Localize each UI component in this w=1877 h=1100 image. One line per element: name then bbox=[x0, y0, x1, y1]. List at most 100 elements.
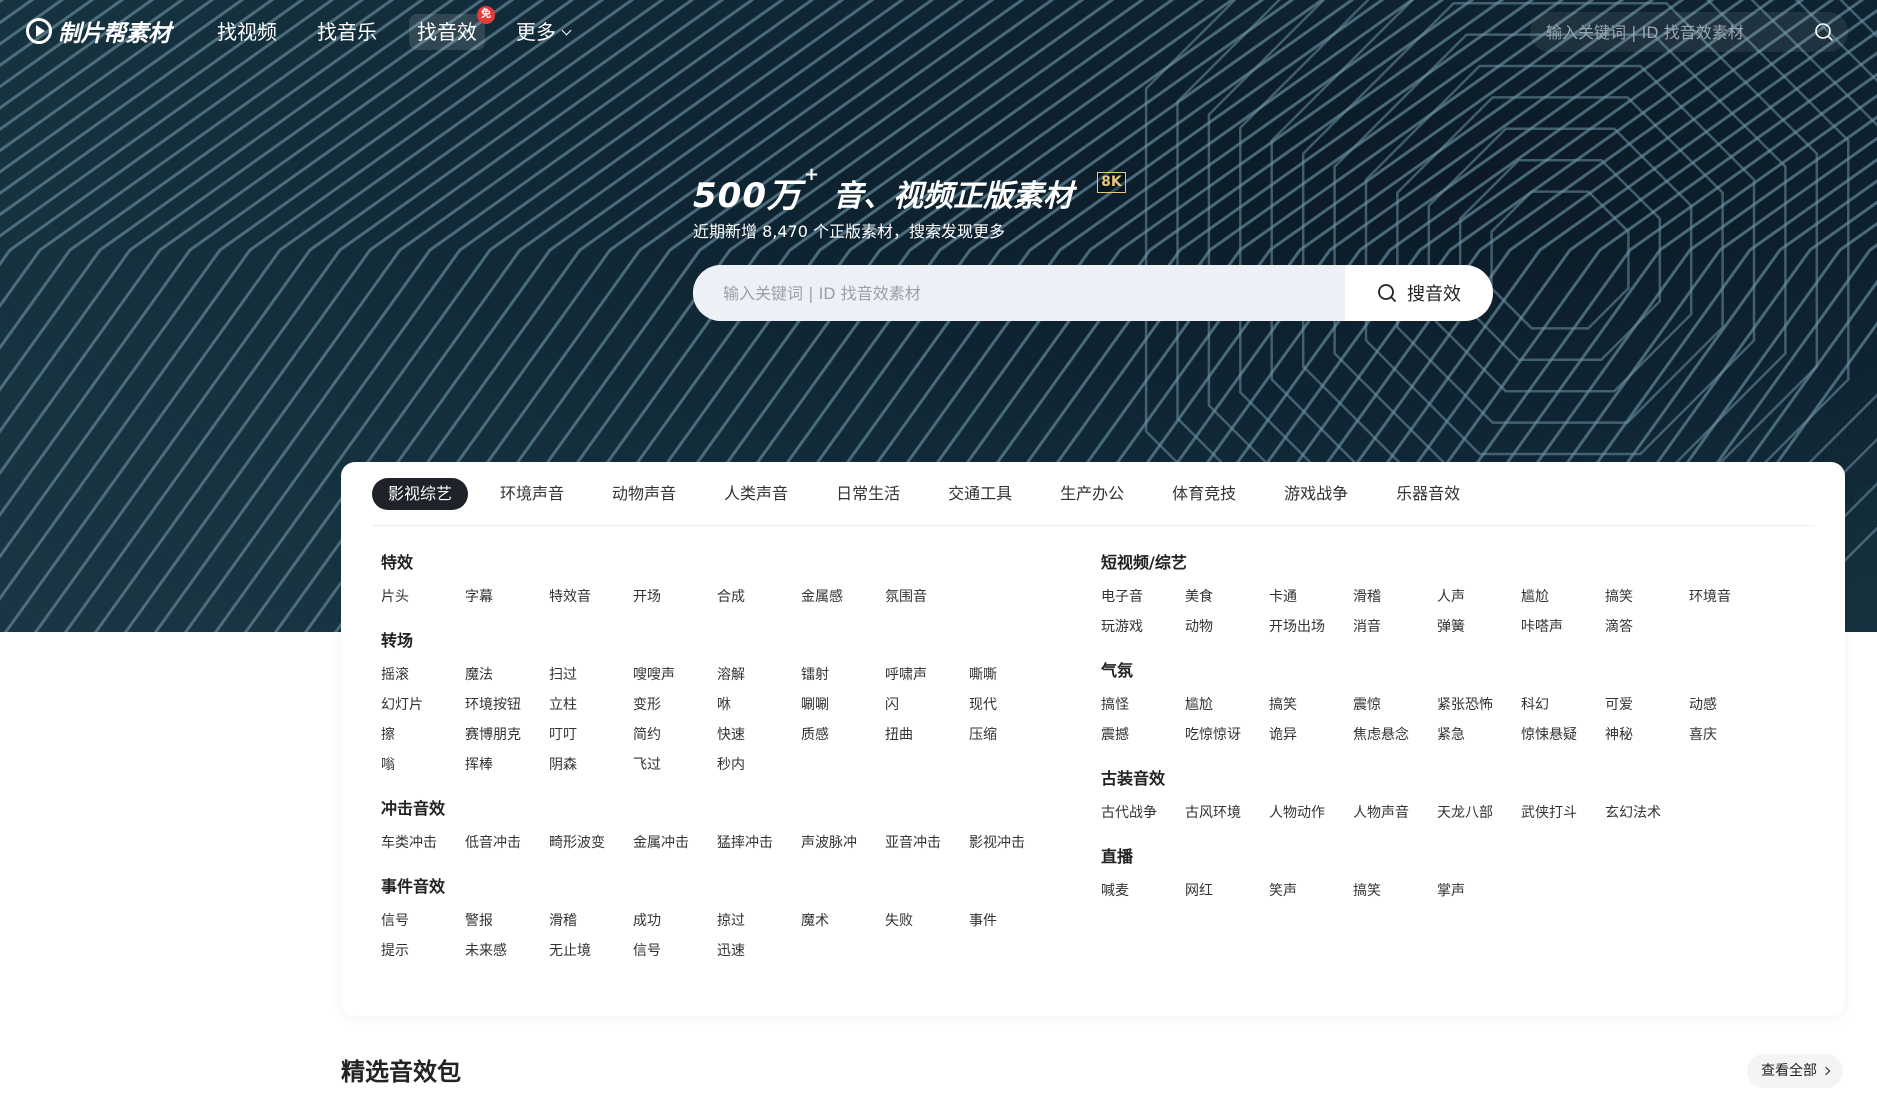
tag-link[interactable]: 滑稽 bbox=[1353, 586, 1437, 608]
tag-link[interactable]: 焦虑悬念 bbox=[1353, 724, 1437, 746]
tag-link[interactable]: 电子音 bbox=[1101, 586, 1185, 608]
tag-link[interactable]: 掠过 bbox=[717, 910, 801, 932]
tag-link[interactable]: 滑稽 bbox=[549, 910, 633, 932]
tag-link[interactable]: 畸形波变 bbox=[549, 832, 633, 854]
tag-link[interactable]: 卡通 bbox=[1269, 586, 1353, 608]
tag-link[interactable]: 滴答 bbox=[1605, 616, 1689, 638]
tag-link[interactable]: 金属感 bbox=[801, 586, 885, 608]
tag-link[interactable]: 信号 bbox=[633, 940, 717, 962]
tag-link[interactable]: 迅速 bbox=[717, 940, 801, 962]
tag-link[interactable]: 闪 bbox=[885, 694, 969, 716]
tag-link[interactable]: 开场出场 bbox=[1269, 616, 1353, 638]
tag-link[interactable]: 现代 bbox=[969, 694, 1053, 716]
tag-link[interactable]: 尴尬 bbox=[1185, 694, 1269, 716]
tag-link[interactable]: 喊麦 bbox=[1101, 880, 1185, 902]
tag-link[interactable]: 诡异 bbox=[1269, 724, 1353, 746]
tag-link[interactable]: 擦 bbox=[381, 724, 465, 746]
tag-link[interactable]: 咔嗒声 bbox=[1521, 616, 1605, 638]
tag-link[interactable]: 动感 bbox=[1689, 694, 1773, 716]
category-tab[interactable]: 影视综艺 bbox=[372, 478, 469, 510]
tag-link[interactable]: 环境按钮 bbox=[465, 694, 549, 716]
hero-search-input[interactable] bbox=[723, 265, 1323, 321]
tag-link[interactable]: 人物动作 bbox=[1269, 802, 1353, 824]
tag-link[interactable]: 提示 bbox=[381, 940, 465, 962]
tag-link[interactable]: 魔术 bbox=[801, 910, 885, 932]
category-tab[interactable]: 日常生活 bbox=[820, 478, 916, 510]
tag-link[interactable]: 摇滚 bbox=[381, 664, 465, 686]
tag-link[interactable]: 科幻 bbox=[1521, 694, 1605, 716]
tag-link[interactable]: 震惊 bbox=[1353, 694, 1437, 716]
tag-link[interactable]: 溶解 bbox=[717, 664, 801, 686]
tag-link[interactable]: 人声 bbox=[1437, 586, 1521, 608]
tag-link[interactable]: 信号 bbox=[381, 910, 465, 932]
top-search-input[interactable] bbox=[1546, 12, 1796, 52]
tag-link[interactable]: 镭射 bbox=[801, 664, 885, 686]
tag-link[interactable]: 搞怪 bbox=[1101, 694, 1185, 716]
tag-link[interactable]: 金属冲击 bbox=[633, 832, 717, 854]
tag-link[interactable]: 唰唰 bbox=[801, 694, 885, 716]
tag-link[interactable]: 立柱 bbox=[549, 694, 633, 716]
tag-link[interactable]: 消音 bbox=[1353, 616, 1437, 638]
tag-link[interactable]: 玩游戏 bbox=[1101, 616, 1185, 638]
tag-link[interactable]: 武侠打斗 bbox=[1521, 802, 1605, 824]
tag-link[interactable]: 环境音 bbox=[1689, 586, 1773, 608]
tag-link[interactable]: 搞笑 bbox=[1353, 880, 1437, 902]
category-tab[interactable]: 动物声音 bbox=[596, 478, 692, 510]
tag-link[interactable]: 质感 bbox=[801, 724, 885, 746]
tag-link[interactable]: 车类冲击 bbox=[381, 832, 465, 854]
tag-link[interactable]: 无止境 bbox=[549, 940, 633, 962]
category-tab[interactable]: 交通工具 bbox=[932, 478, 1028, 510]
tag-link[interactable]: 片头 bbox=[381, 586, 465, 608]
tag-link[interactable]: 扫过 bbox=[549, 664, 633, 686]
tag-link[interactable]: 猛摔冲击 bbox=[717, 832, 801, 854]
tag-link[interactable]: 事件 bbox=[969, 910, 1053, 932]
tag-link[interactable]: 咻 bbox=[717, 694, 801, 716]
tag-link[interactable]: 赛博朋克 bbox=[465, 724, 549, 746]
brand-logo[interactable]: 制片帮素材 bbox=[26, 14, 171, 48]
tag-link[interactable]: 影视冲击 bbox=[969, 832, 1053, 854]
tag-link[interactable]: 合成 bbox=[717, 586, 801, 608]
tag-link[interactable]: 扭曲 bbox=[885, 724, 969, 746]
nav-more[interactable]: 更多 bbox=[516, 18, 572, 46]
nav-find-sound-effects[interactable]: 找音效 免 bbox=[409, 6, 495, 50]
tag-link[interactable]: 紧张恐怖 bbox=[1437, 694, 1521, 716]
tag-link[interactable]: 震撼 bbox=[1101, 724, 1185, 746]
tag-link[interactable]: 简约 bbox=[633, 724, 717, 746]
tag-link[interactable]: 秒内 bbox=[717, 754, 801, 776]
tag-link[interactable]: 天龙八部 bbox=[1437, 802, 1521, 824]
tag-link[interactable]: 压缩 bbox=[969, 724, 1053, 746]
category-tab[interactable]: 体育竞技 bbox=[1156, 478, 1252, 510]
tag-link[interactable]: 神秘 bbox=[1605, 724, 1689, 746]
tag-link[interactable]: 低音冲击 bbox=[465, 832, 549, 854]
search-icon[interactable] bbox=[1814, 22, 1834, 42]
tag-link[interactable]: 搞笑 bbox=[1269, 694, 1353, 716]
view-all-button[interactable]: 查看全部 bbox=[1747, 1054, 1843, 1088]
tag-link[interactable]: 氛围音 bbox=[885, 586, 969, 608]
tag-link[interactable]: 魔法 bbox=[465, 664, 549, 686]
tag-link[interactable]: 失败 bbox=[885, 910, 969, 932]
tag-link[interactable]: 叮叮 bbox=[549, 724, 633, 746]
tag-link[interactable]: 幻灯片 bbox=[381, 694, 465, 716]
category-tab[interactable]: 人类声音 bbox=[708, 478, 804, 510]
tag-link[interactable]: 掌声 bbox=[1437, 880, 1521, 902]
tag-link[interactable]: 字幕 bbox=[465, 586, 549, 608]
tag-link[interactable]: 亚音冲击 bbox=[885, 832, 969, 854]
tag-link[interactable]: 尴尬 bbox=[1521, 586, 1605, 608]
tag-link[interactable]: 喜庆 bbox=[1689, 724, 1773, 746]
nav-find-music[interactable]: 找音乐 bbox=[317, 18, 377, 46]
tag-link[interactable]: 特效音 bbox=[549, 586, 633, 608]
tag-link[interactable]: 成功 bbox=[633, 910, 717, 932]
tag-link[interactable]: 未来感 bbox=[465, 940, 549, 962]
tag-link[interactable]: 快速 bbox=[717, 724, 801, 746]
tag-link[interactable]: 警报 bbox=[465, 910, 549, 932]
tag-link[interactable]: 飞过 bbox=[633, 754, 717, 776]
tag-link[interactable]: 阴森 bbox=[549, 754, 633, 776]
tag-link[interactable]: 搞笑 bbox=[1605, 586, 1689, 608]
tag-link[interactable]: 笑声 bbox=[1269, 880, 1353, 902]
tag-link[interactable]: 人物声音 bbox=[1353, 802, 1437, 824]
tag-link[interactable]: 嗡 bbox=[381, 754, 465, 776]
tag-link[interactable]: 弹簧 bbox=[1437, 616, 1521, 638]
tag-link[interactable]: 古代战争 bbox=[1101, 802, 1185, 824]
tag-link[interactable]: 声波脉冲 bbox=[801, 832, 885, 854]
tag-link[interactable]: 可爱 bbox=[1605, 694, 1689, 716]
